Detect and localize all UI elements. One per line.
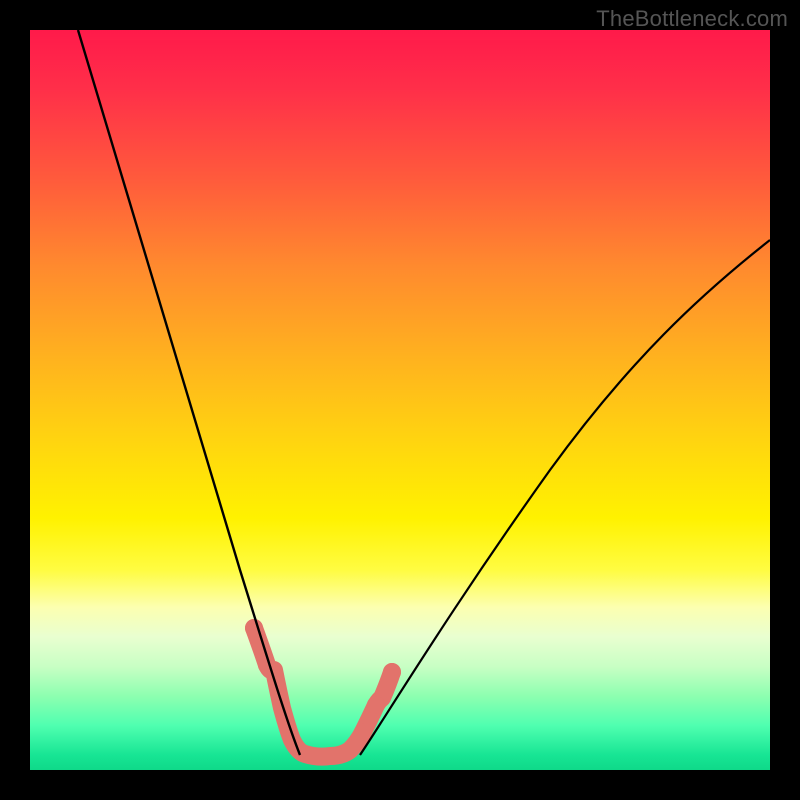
right-curve (360, 240, 770, 755)
curve-layer (30, 30, 770, 770)
marker-dot (354, 723, 372, 741)
plot-area (30, 30, 770, 770)
marker-dot (383, 663, 401, 681)
marker-dot (367, 696, 385, 714)
watermark-text: TheBottleneck.com (596, 6, 788, 32)
chart-frame: TheBottleneck.com (0, 0, 800, 800)
